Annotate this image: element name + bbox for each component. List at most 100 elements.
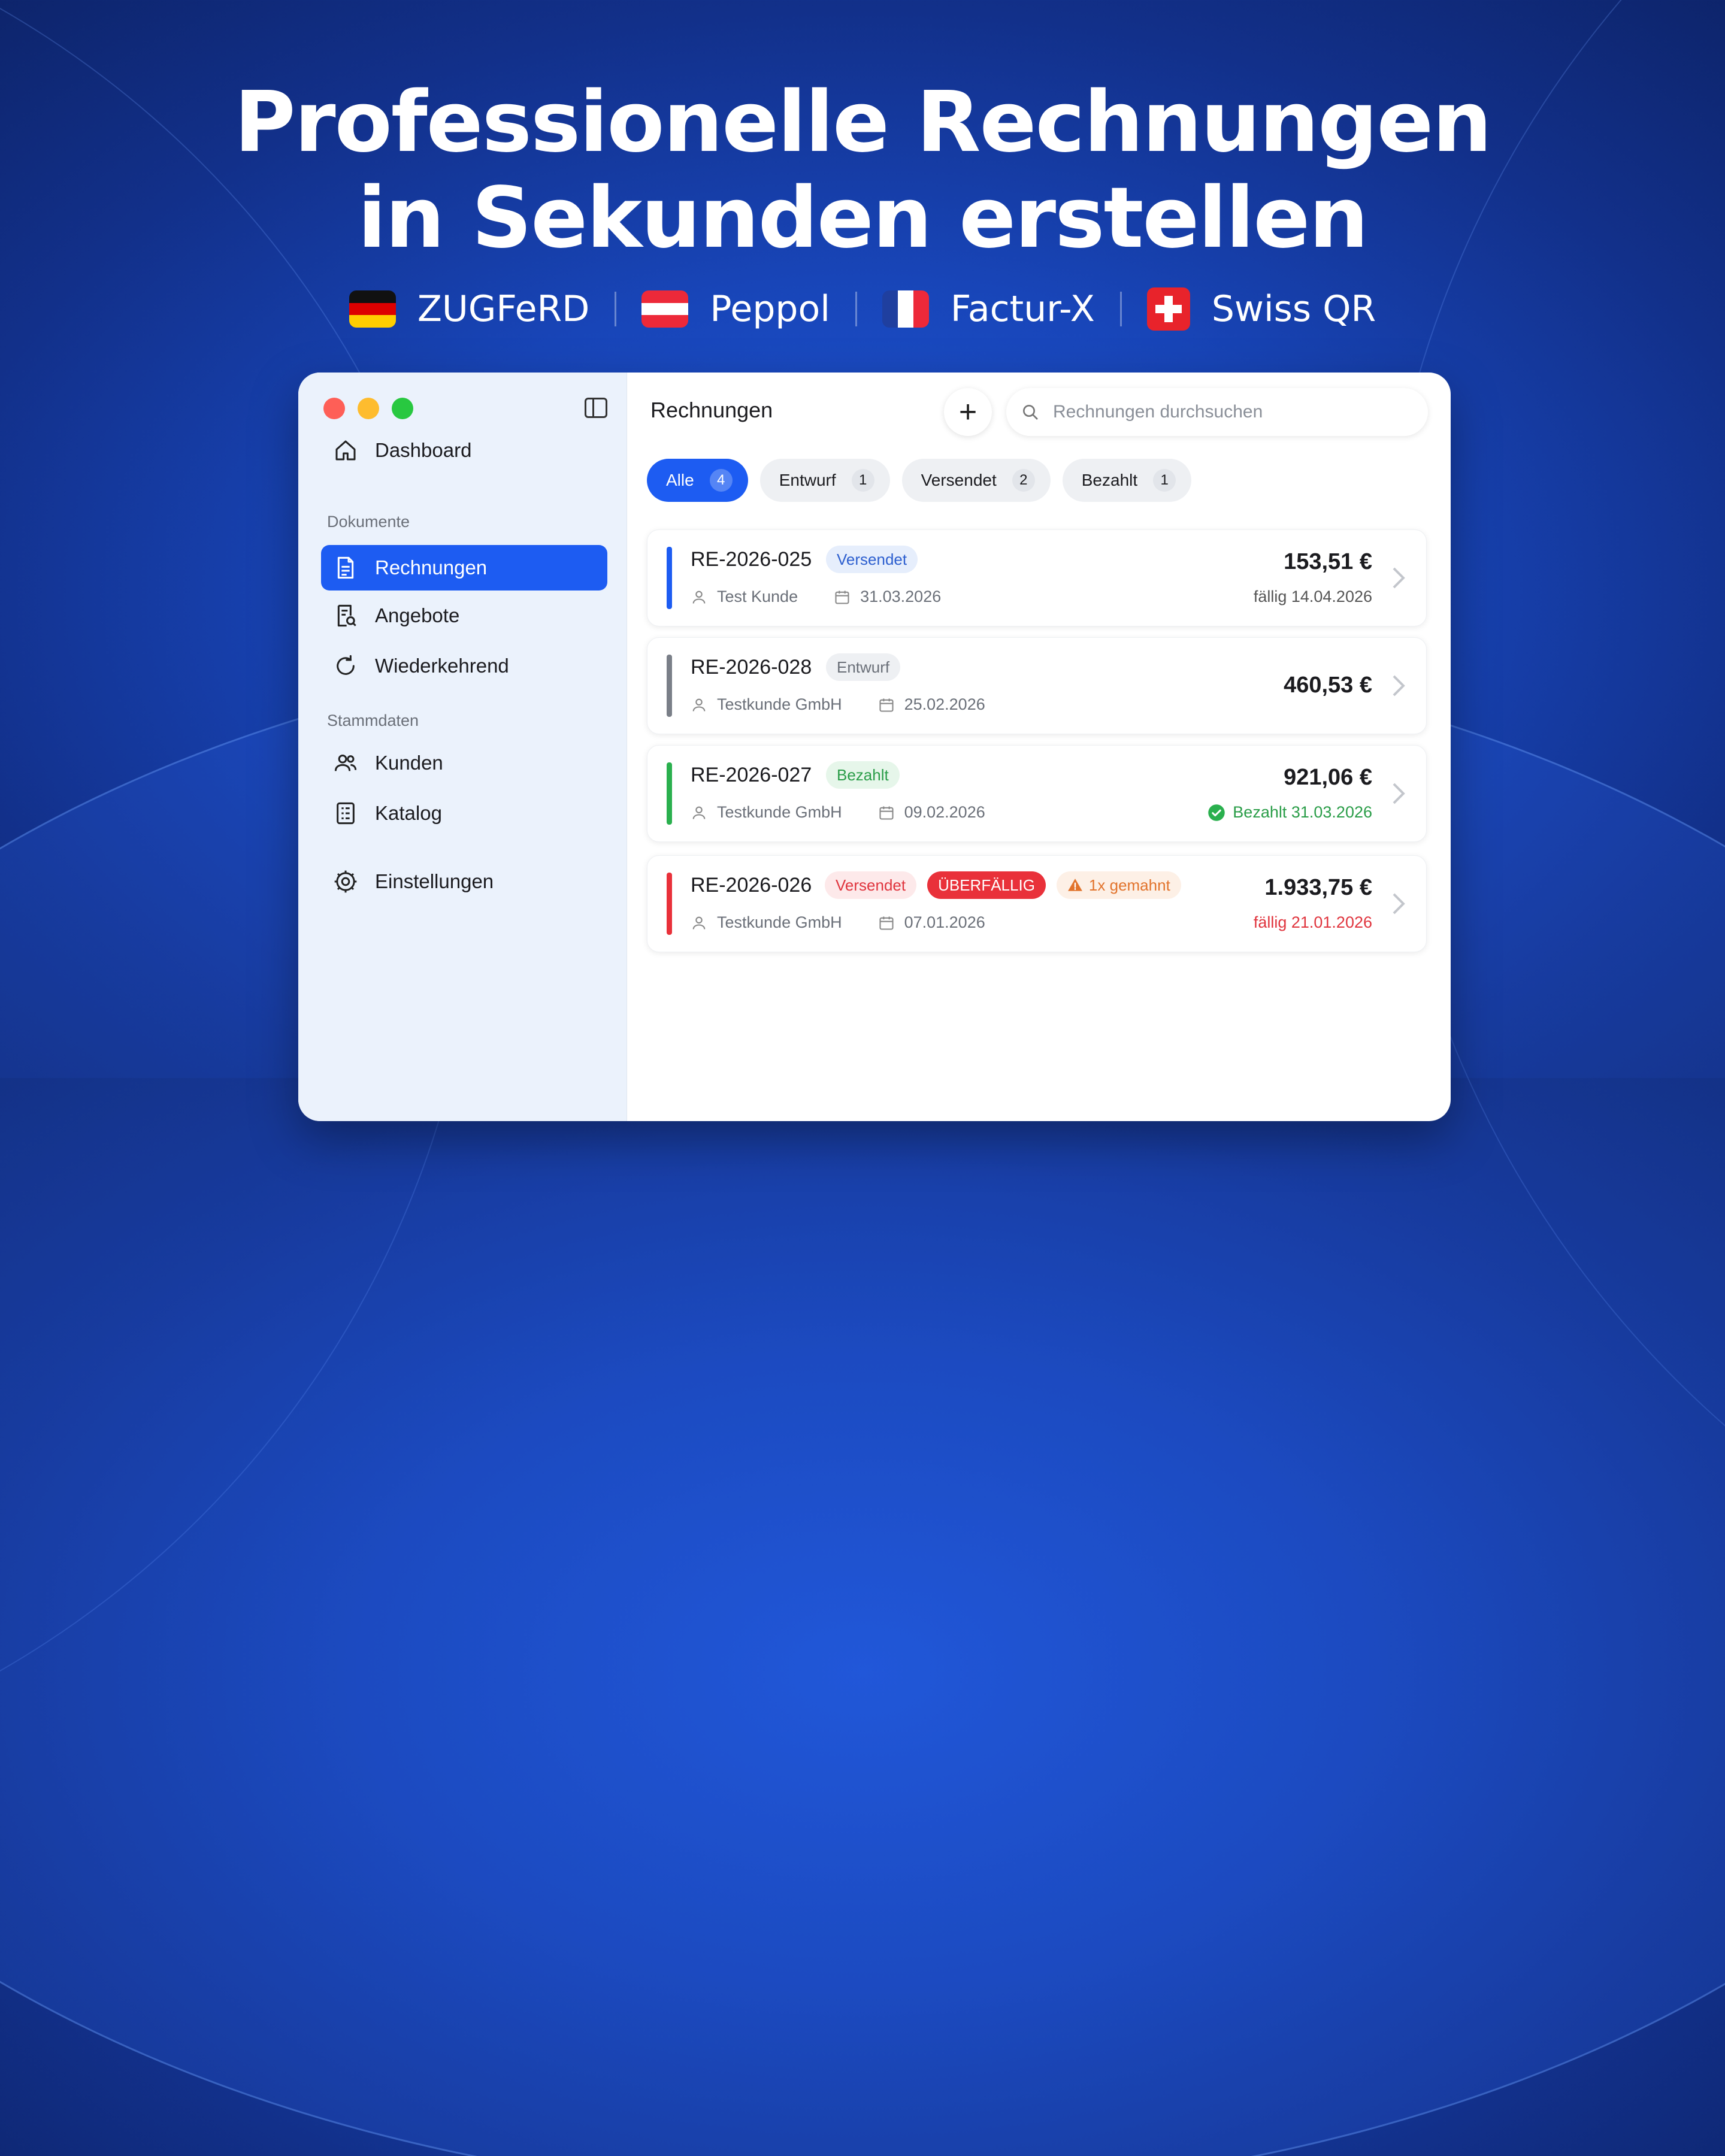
search-input[interactable] (1052, 401, 1414, 423)
invoice-meta: Testkunde GmbH 25.02.2026 (691, 695, 985, 714)
invoice-meta: Test Kunde 31.03.2026 (691, 588, 941, 606)
minimize-window-button[interactable] (358, 398, 379, 419)
invoice-card[interactable]: RE-2026-028 Entwurf Testkunde GmbH 25.02… (647, 637, 1427, 734)
invoice-amount: 153,51 € (1284, 549, 1372, 574)
invoice-date: 07.01.2026 (904, 913, 985, 931)
invoice-card[interactable]: RE-2026-027 Bezahlt Testkunde GmbH 09.02… (647, 745, 1427, 842)
due-date: fällig 14.04.2026 (1253, 588, 1372, 605)
sidebar: Dashboard Dokumente Rechnungen Angebote … (298, 373, 627, 1121)
sidebar-item-label: Rechnungen (375, 556, 488, 579)
status-badge: Bezahlt (826, 761, 900, 789)
standard-facturx: Factur-X (882, 288, 1095, 330)
sidebar-item-label: Angebote (375, 604, 460, 626)
invoice-amount: 921,06 € (1284, 765, 1372, 790)
filter-chip-paid[interactable]: Bezahlt 1 (1062, 459, 1192, 502)
invoice-number: RE-2026-027 (691, 764, 812, 786)
filter-count: 2 (1012, 469, 1035, 492)
filter-chip-draft[interactable]: Entwurf 1 (759, 459, 890, 502)
person-icon (692, 698, 706, 711)
sidebar-item-label: Katalog (375, 802, 442, 824)
invoice-card[interactable]: RE-2026-026 Versendet ÜBERFÄLLIG 1x gema… (647, 855, 1427, 952)
sidebar-item-label: Dashboard (375, 439, 472, 461)
customer-name: Test Kunde (717, 588, 798, 605)
reminder-badge: 1x gemahnt (1056, 871, 1181, 899)
invoice-date: 09.02.2026 (904, 803, 985, 821)
window-controls (323, 398, 413, 419)
paid-date: Bezahlt 31.03.2026 (1233, 803, 1372, 821)
reminder-label: 1x gemahnt (1088, 876, 1170, 894)
calendar-icon (879, 806, 894, 820)
invoice-amount: 460,53 € (1284, 673, 1372, 698)
person-icon (692, 591, 706, 604)
invoice-card[interactable]: RE-2026-025 Versendet Test Kunde 31.03.2… (647, 529, 1427, 626)
status-accent-bar (667, 873, 672, 935)
customer-name: Testkunde GmbH (717, 803, 842, 821)
overdue-badge: ÜBERFÄLLIG (927, 871, 1046, 899)
standard-zugferd: ZUGFeRD (349, 288, 590, 330)
flag-france-icon (882, 290, 929, 328)
chevron-right-icon (1393, 675, 1405, 697)
standard-label: ZUGFeRD (417, 288, 590, 330)
calendar-icon (879, 916, 894, 930)
separator (855, 292, 857, 326)
catalog-icon (333, 801, 358, 826)
close-window-button[interactable] (323, 398, 345, 419)
flag-switzerland-icon (1146, 287, 1190, 331)
invoice-number: RE-2026-025 (691, 548, 812, 571)
filter-count: 1 (851, 469, 874, 492)
chevron-right-icon (1393, 567, 1405, 589)
sidebar-item-dashboard[interactable]: Dashboard (321, 428, 607, 473)
standards-row: ZUGFeRD Peppol Factur-X Swiss QR (0, 287, 1725, 331)
headline-line-1: Professionelle Rechnungen (234, 74, 1492, 171)
flag-germany-icon (349, 290, 396, 328)
add-invoice-button[interactable]: + (944, 388, 992, 436)
flag-austria-icon (641, 290, 689, 328)
status-accent-bar (667, 655, 672, 717)
zoom-window-button[interactable] (392, 398, 413, 419)
status-badge: Entwurf (826, 653, 901, 681)
badge-group: Bezahlt (826, 761, 900, 789)
customer-name: Testkunde GmbH (717, 695, 842, 713)
plus-icon: + (958, 395, 978, 429)
standard-swissqr: Swiss QR (1146, 287, 1376, 331)
filter-label: Entwurf (779, 471, 836, 489)
document-icon (333, 555, 358, 580)
invoice-date: 25.02.2026 (904, 695, 985, 713)
sidebar-item-customers[interactable]: Kunden (321, 740, 607, 786)
chevron-right-icon (1393, 893, 1405, 915)
status-accent-bar (667, 547, 672, 609)
sidebar-item-label: Wiederkehrend (375, 655, 509, 677)
refresh-icon (333, 653, 358, 679)
filter-chip-all[interactable]: Alle 4 (647, 459, 748, 502)
sidebar-toggle-icon[interactable] (585, 398, 607, 418)
sidebar-item-quotes[interactable]: Angebote (321, 593, 607, 638)
filter-chip-sent[interactable]: Versendet 2 (901, 459, 1051, 502)
headline: Professionelle Rechnungen in Sekunden er… (0, 75, 1725, 267)
page-title: Rechnungen (650, 398, 773, 422)
sidebar-item-catalog[interactable]: Katalog (321, 791, 607, 836)
badge-group: Versendet ÜBERFÄLLIG 1x gemahnt (825, 871, 1181, 899)
filter-label: Versendet (921, 471, 997, 489)
sidebar-item-label: Kunden (375, 752, 443, 774)
status-badge: Versendet (825, 871, 917, 899)
sidebar-item-invoices[interactable]: Rechnungen (321, 545, 607, 591)
people-icon (333, 750, 358, 776)
sidebar-item-recurring[interactable]: Wiederkehrend (321, 643, 607, 689)
invoice-date: 31.03.2026 (860, 588, 942, 605)
invoice-amount: 1.933,75 € (1264, 875, 1372, 900)
invoice-number: RE-2026-026 (691, 874, 812, 897)
person-icon (692, 916, 706, 929)
search-bar[interactable] (1006, 388, 1428, 436)
quote-document-icon (333, 603, 358, 628)
headline-line-2: in Sekunden erstellen (358, 169, 1369, 267)
badge-group: Versendet (826, 546, 918, 573)
filter-label: Alle (666, 471, 694, 489)
filter-tabs: Alle 4 Entwurf 1 Versendet 2 Bezahlt 1 (647, 459, 1192, 502)
app-window: Dashboard Dokumente Rechnungen Angebote … (298, 373, 1451, 1121)
separator (615, 292, 617, 326)
sidebar-item-settings[interactable]: Einstellungen (321, 859, 607, 904)
sidebar-item-label: Einstellungen (375, 870, 494, 892)
gear-icon (333, 869, 358, 894)
person-icon (692, 806, 706, 819)
badge-group: Entwurf (826, 653, 901, 681)
